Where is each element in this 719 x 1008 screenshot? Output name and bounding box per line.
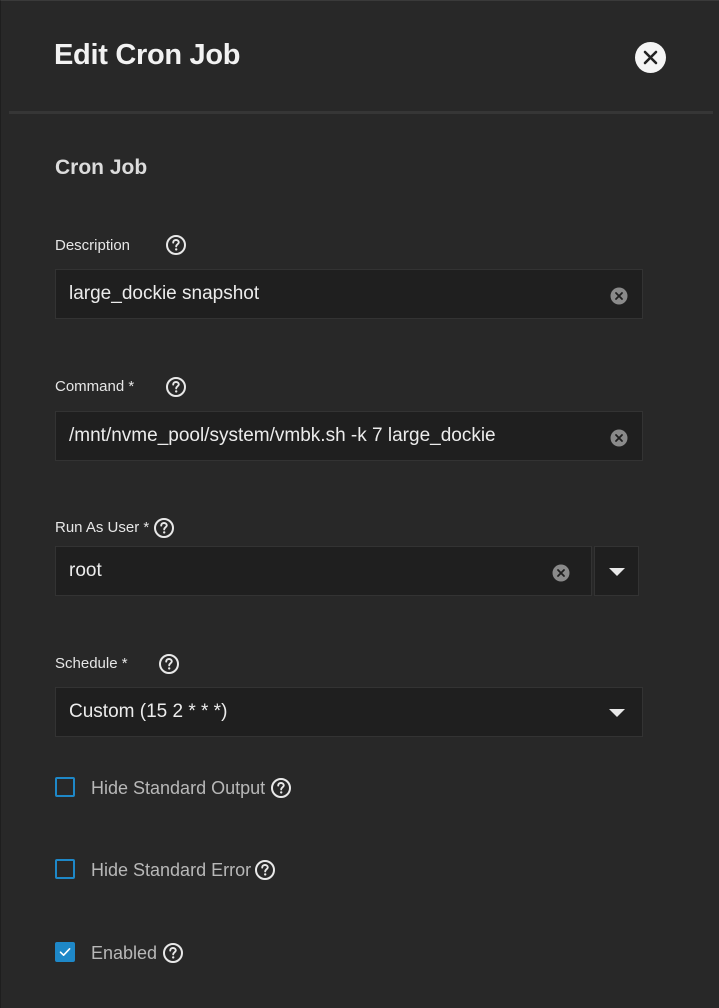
- schedule-select[interactable]: Custom (15 2 * * *): [55, 687, 643, 737]
- description-input[interactable]: large_dockie snapshot: [55, 269, 643, 319]
- run-as-user-value: root: [69, 560, 102, 581]
- enabled-label[interactable]: Enabled: [91, 943, 157, 964]
- chevron-down-icon: [609, 709, 625, 717]
- help-icon[interactable]: [153, 517, 175, 539]
- command-label: Command *: [55, 378, 135, 395]
- hide-stderr-checkbox[interactable]: [55, 859, 75, 879]
- close-button[interactable]: [635, 42, 666, 73]
- dialog-title: Edit Cron Job: [54, 39, 241, 71]
- edit-cron-job-dialog: Edit Cron Job Cron Job Description large…: [0, 0, 719, 1008]
- clear-icon[interactable]: [552, 564, 570, 582]
- help-icon[interactable]: [158, 653, 180, 675]
- command-value: /mnt/nvme_pool/system/vmbk.sh -k 7 large…: [69, 425, 496, 446]
- help-icon[interactable]: [162, 942, 184, 964]
- section-title: Cron Job: [55, 156, 148, 179]
- description-label: Description: [55, 237, 131, 254]
- enabled-checkbox[interactable]: [55, 942, 75, 962]
- header-divider: [9, 111, 713, 114]
- run-as-user-input[interactable]: root: [55, 546, 592, 596]
- chevron-down-icon: [609, 568, 625, 576]
- clear-icon[interactable]: [610, 429, 628, 447]
- hide-stderr-label[interactable]: Hide Standard Error: [91, 860, 251, 881]
- hide-stdout-label[interactable]: Hide Standard Output: [91, 778, 265, 799]
- help-icon[interactable]: [165, 234, 187, 256]
- schedule-label: Schedule *: [55, 655, 128, 672]
- run-as-user-dropdown-button[interactable]: [594, 546, 639, 596]
- clear-icon[interactable]: [610, 287, 628, 305]
- help-icon[interactable]: [254, 859, 276, 881]
- description-value: large_dockie snapshot: [69, 283, 260, 304]
- schedule-value: Custom (15 2 * * *): [69, 701, 228, 722]
- help-icon[interactable]: [165, 376, 187, 398]
- close-icon: [643, 50, 658, 65]
- help-icon[interactable]: [270, 777, 292, 799]
- run-as-user-label: Run As User *: [55, 519, 150, 536]
- command-input[interactable]: /mnt/nvme_pool/system/vmbk.sh -k 7 large…: [55, 411, 643, 461]
- checkmark-icon: [59, 948, 71, 956]
- hide-stdout-checkbox[interactable]: [55, 777, 75, 797]
